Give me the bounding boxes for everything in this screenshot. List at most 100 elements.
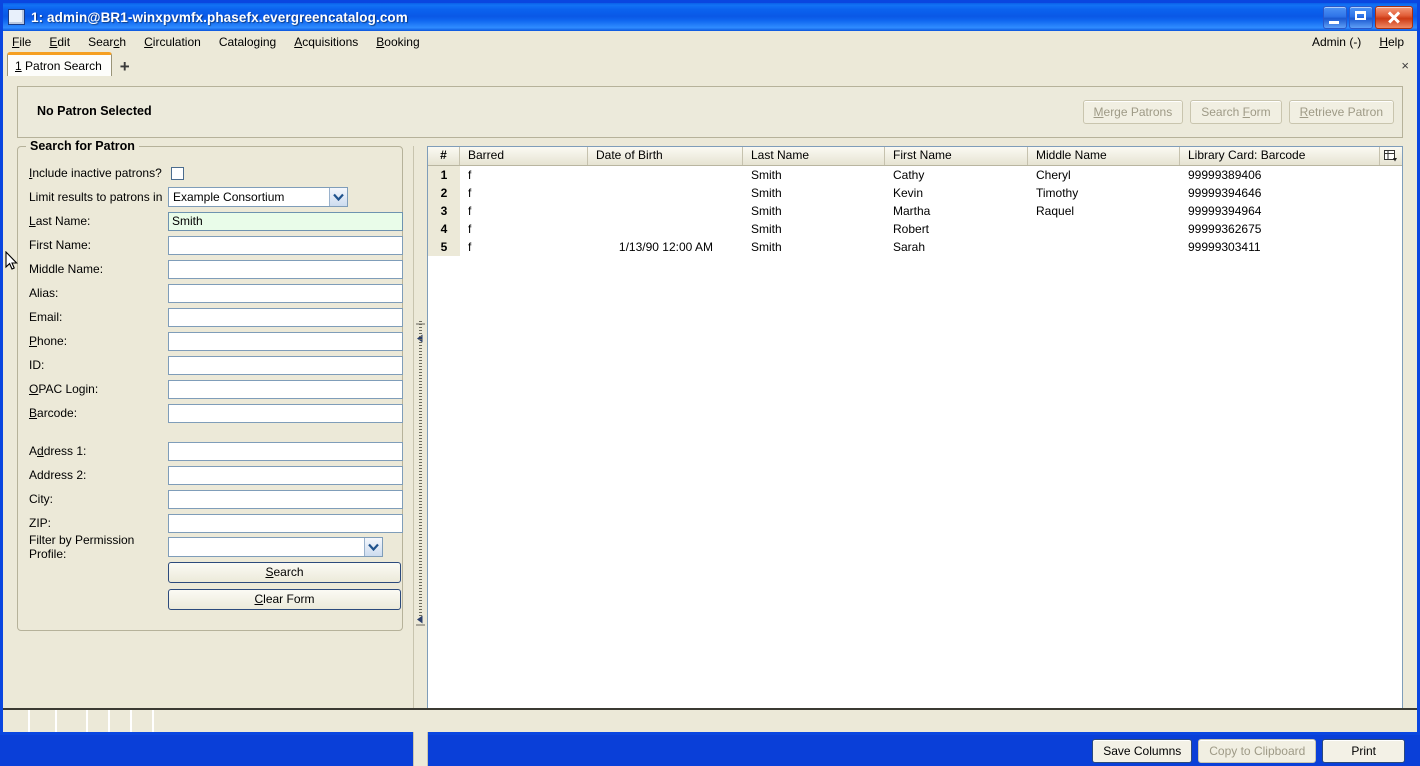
city-input[interactable] <box>168 489 403 509</box>
save-columns-button[interactable]: Save Columns <box>1092 739 1193 763</box>
no-patron-selected-label: No Patron Selected <box>37 104 152 118</box>
minimize-button[interactable] <box>1323 6 1347 29</box>
cell-barcode: 99999394646 <box>1188 186 1262 200</box>
id-input[interactable] <box>168 355 403 375</box>
column-header-dob[interactable]: Date of Birth <box>588 147 743 165</box>
search-button[interactable]: Search <box>168 562 401 583</box>
table-row[interactable]: 4 f Smith Robert 99999362675 <box>428 220 1402 238</box>
cell-last-name: Smith <box>751 240 782 254</box>
opac-login-input[interactable] <box>168 379 403 399</box>
copy-to-clipboard-button[interactable]: Copy to Clipboard <box>1198 739 1317 763</box>
search-for-patron-groupbox: Search for Patron Include inactive patro… <box>17 139 404 631</box>
splitter-tick-bottom <box>416 624 425 626</box>
cell-num: 3 <box>428 202 460 220</box>
row-limit-results: Limit results to patrons in Example Cons… <box>18 185 404 209</box>
address2-input[interactable] <box>168 465 403 485</box>
table-row[interactable]: 3 f Smith Martha Raquel 99999394964 <box>428 202 1402 220</box>
cell-barred: f <box>468 168 472 182</box>
splitter-grip[interactable] <box>419 321 422 621</box>
cell-num: 1 <box>428 166 460 184</box>
mouse-cursor <box>5 251 18 270</box>
cell-barcode: 99999362675 <box>1188 222 1262 236</box>
row-id: ID: <box>18 353 404 377</box>
clear-form-button[interactable]: Clear Form <box>168 589 401 610</box>
cell-barcode: 99999394964 <box>1188 204 1262 218</box>
menu-bar: File Edit Search Circulation Cataloging … <box>3 31 1417 54</box>
alias-label: Alias: <box>29 286 59 300</box>
table-row[interactable]: 1 f Smith Cathy Cheryl 99999389406 <box>428 166 1402 184</box>
results-body: 1 f Smith Cathy Cheryl 99999389406 2 f S… <box>428 166 1402 256</box>
search-form-button[interactable]: Search Form <box>1190 100 1282 124</box>
chevron-down-icon <box>364 538 382 556</box>
tab-patron-search[interactable]: 1 Patron Search <box>7 52 112 77</box>
menu-file[interactable]: File <box>3 33 40 51</box>
menu-help[interactable]: Help <box>1370 33 1413 51</box>
column-header-num[interactable]: # <box>428 147 460 165</box>
middle-name-input[interactable] <box>168 259 403 279</box>
phone-input[interactable] <box>168 331 403 351</box>
column-header-middle-name[interactable]: Middle Name <box>1028 147 1180 165</box>
first-name-label: First Name: <box>29 238 92 252</box>
last-name-label: Last Name: <box>29 214 91 228</box>
email-input[interactable] <box>168 307 403 327</box>
menu-acquisitions[interactable]: Acquisitions <box>285 33 367 51</box>
cell-barred: f <box>468 186 472 200</box>
table-row[interactable]: 2 f Smith Kevin Timothy 99999394646 <box>428 184 1402 202</box>
collapse-right-arrow-icon[interactable] <box>416 613 425 624</box>
status-cell <box>57 710 88 732</box>
zip-input[interactable] <box>168 513 403 533</box>
application-window: 1: admin@BR1-winxpvmfx.phasefx.evergreen… <box>0 0 1420 766</box>
cell-barred: f <box>468 222 472 236</box>
last-name-input[interactable] <box>168 211 403 231</box>
cell-last-name: Smith <box>751 222 782 236</box>
menu-cataloging[interactable]: Cataloging <box>210 33 285 51</box>
row-barcode: Barcode: <box>18 401 404 425</box>
barcode-input[interactable] <box>168 403 403 423</box>
menu-booking[interactable]: Booking <box>367 33 428 51</box>
search-results-pane: # Barred Date of Birth Last Name First N… <box>427 146 1403 732</box>
window-controls <box>1323 6 1413 29</box>
cell-first-name: Robert <box>893 222 930 236</box>
retrieve-patron-button[interactable]: Retrieve Patron <box>1288 100 1394 124</box>
column-picker-icon[interactable] <box>1379 147 1402 165</box>
column-header-last-name[interactable]: Last Name <box>743 147 885 165</box>
title-bar: 1: admin@BR1-winxpvmfx.phasefx.evergreen… <box>3 3 1417 31</box>
patron-search-form: Include inactive patrons? Limit results … <box>18 161 404 613</box>
cell-last-name: Smith <box>751 204 782 218</box>
middle-name-label: Middle Name: <box>29 262 104 276</box>
column-header-first-name[interactable]: First Name <box>885 147 1028 165</box>
cell-barred: f <box>468 204 472 218</box>
row-phone: Phone: <box>18 329 404 353</box>
column-header-barred[interactable]: Barred <box>460 147 588 165</box>
permission-profile-select[interactable] <box>168 537 383 557</box>
phone-label: Phone: <box>29 334 68 348</box>
new-tab-button[interactable]: + <box>120 58 130 75</box>
include-inactive-checkbox[interactable] <box>171 166 184 180</box>
patron-action-buttons: Merge Patrons Search Form Retrieve Patro… <box>1082 100 1394 124</box>
status-cell <box>132 710 154 732</box>
menu-admin[interactable]: Admin (-) <box>1303 33 1370 51</box>
menu-circulation[interactable]: Circulation <box>135 33 210 51</box>
cell-first-name: Cathy <box>893 168 925 182</box>
close-tab-icon[interactable]: × <box>1401 58 1409 73</box>
org-unit-select[interactable]: Example Consortium <box>168 187 348 207</box>
table-row[interactable]: 5 f 1/13/90 12:00 AM Smith Sarah 9999930… <box>428 238 1402 256</box>
cell-first-name: Martha <box>893 204 931 218</box>
first-name-input[interactable] <box>168 235 403 255</box>
tab-strip: 1 Patron Search + × <box>3 52 1417 77</box>
merge-patrons-button[interactable]: Merge Patrons <box>1082 100 1184 124</box>
address1-input[interactable] <box>168 441 403 461</box>
close-button[interactable] <box>1375 6 1413 29</box>
print-button[interactable]: Print <box>1322 739 1405 763</box>
status-cell <box>110 710 132 732</box>
cell-first-name: Kevin <box>893 186 924 200</box>
pane-splitter[interactable] <box>413 146 428 766</box>
column-header-barcode[interactable]: Library Card: Barcode <box>1180 147 1379 165</box>
menu-edit[interactable]: Edit <box>40 33 79 51</box>
permission-profile-label: Filter by Permission Profile: <box>29 533 135 561</box>
alias-input[interactable] <box>168 283 403 303</box>
menu-search[interactable]: Search <box>79 33 135 51</box>
cell-dob: 1/13/90 12:00 AM <box>618 240 713 254</box>
row-address2: Address 2: <box>18 463 404 487</box>
maximize-button[interactable] <box>1349 6 1373 29</box>
